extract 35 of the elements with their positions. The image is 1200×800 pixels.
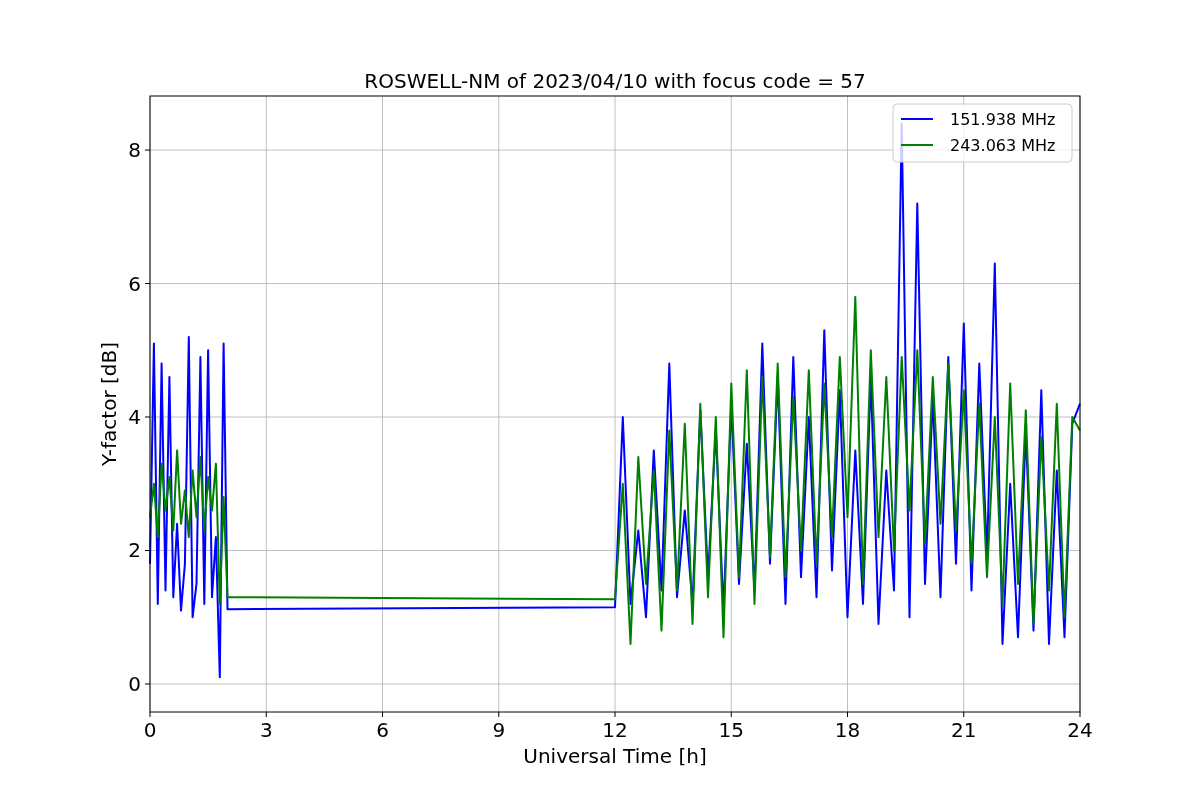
x-tick-label: 18 xyxy=(834,718,861,742)
tick-mark xyxy=(847,711,848,718)
y-tick-label: 0 xyxy=(128,671,141,696)
tick-mark xyxy=(144,416,151,418)
y-tick-label: 4 xyxy=(128,405,141,429)
tick-mark xyxy=(144,550,151,551)
legend-line-icon xyxy=(900,118,934,120)
legend-label: 151.938 MHz xyxy=(950,110,1056,129)
y-axis-label: Y-factor [dB] xyxy=(97,342,121,466)
x-tick-label: 12 xyxy=(602,718,628,742)
tick-mark xyxy=(144,149,151,151)
x-axis-label: Universal Time [h] xyxy=(523,744,707,768)
x-tick-label: 0 xyxy=(143,718,157,742)
tick-mark xyxy=(265,711,267,718)
chart-title: ROSWELL-NM of 2023/04/10 with focus code = 57 xyxy=(364,69,866,93)
tick-mark xyxy=(730,711,732,718)
y-tick-label: 2 xyxy=(128,538,141,563)
tick-mark xyxy=(1079,711,1081,718)
x-tick-label: 9 xyxy=(492,718,506,742)
tick-mark xyxy=(963,711,965,718)
tick-mark xyxy=(144,283,151,285)
y-tick-label: 8 xyxy=(128,138,141,163)
x-tick-label: 6 xyxy=(376,718,389,742)
x-tick-label: 21 xyxy=(951,718,977,742)
tick-mark xyxy=(614,711,616,718)
tick-mark xyxy=(149,711,151,718)
y-tick-label: 6 xyxy=(128,271,141,296)
legend-line-icon xyxy=(900,144,934,146)
tick-mark xyxy=(144,683,151,685)
tick-mark xyxy=(382,711,383,718)
x-tick-label: 3 xyxy=(259,718,273,742)
x-tick-label: 24 xyxy=(1067,718,1093,742)
tick-mark xyxy=(498,711,500,718)
x-tick-label: 15 xyxy=(718,718,744,742)
legend-label: 243.063 MHz xyxy=(950,136,1056,155)
